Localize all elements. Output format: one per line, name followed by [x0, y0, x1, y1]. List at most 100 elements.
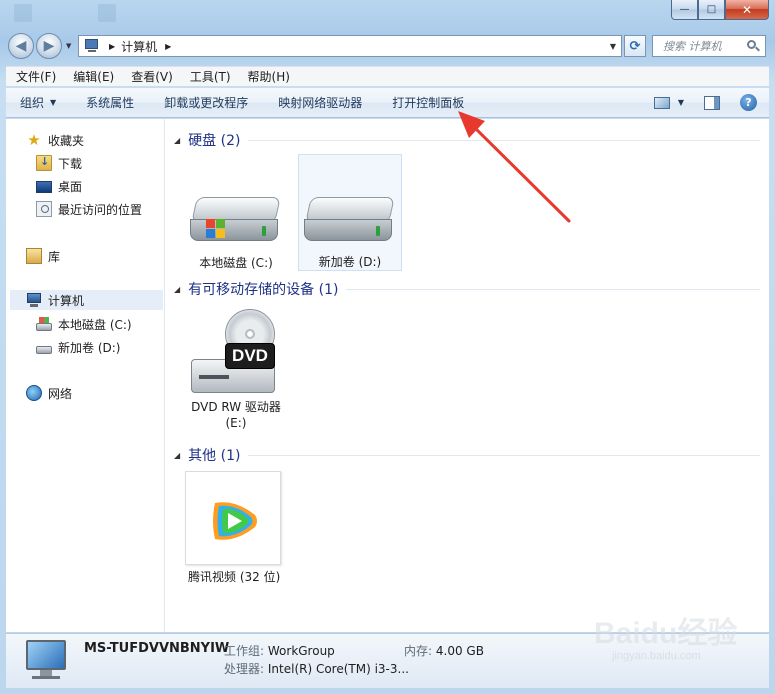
breadcrumb-separator[interactable]: ▶ — [165, 42, 171, 51]
chevron-down-icon: ▼ — [50, 98, 57, 107]
drive-icon — [36, 346, 52, 354]
system-properties-button[interactable]: 系统属性 — [86, 94, 134, 111]
sidebar-item-desktop[interactable]: 桌面 — [36, 176, 82, 196]
help-icon[interactable]: ? — [740, 94, 757, 111]
local-disk-icon — [36, 317, 52, 331]
sidebar-item-computer[interactable]: 计算机 — [10, 290, 163, 310]
group-divider — [248, 139, 760, 141]
command-bar: 组织 ▼ 系统属性 卸载或更改程序 映射网络驱动器 打开控制面板 ▼ ? — [6, 88, 769, 118]
sidebar-item-network[interactable]: 网络 — [26, 383, 72, 403]
memory-value: 4.00 GB — [435, 644, 484, 658]
sidebar-item-label: 下载 — [58, 156, 83, 171]
sidebar-item-drive-c[interactable]: 本地磁盘 (C:) — [36, 314, 132, 334]
menu-tools[interactable]: 工具(T) — [190, 68, 231, 85]
windows-logo-icon — [206, 219, 226, 239]
address-dropdown-button[interactable]: ▼ — [605, 36, 621, 56]
group-title: 硬盘 (2) — [188, 133, 241, 149]
drive-tile-d[interactable]: 新加卷 (D:) — [298, 154, 402, 271]
dvd-drive-tile[interactable]: DVD DVD RW 驱动器 (E:) — [184, 307, 288, 435]
sidebar-item-label: 网络 — [48, 386, 73, 401]
group-header-other[interactable]: ◢ 其他 (1) — [174, 445, 760, 465]
organize-label: 组织 — [20, 96, 45, 110]
sidebar-item-downloads[interactable]: 下载 — [36, 153, 82, 173]
caption-buttons: — □ ✕ — [671, 0, 769, 20]
computer-name: MS-TUFDVVNBNYIW — [84, 641, 230, 656]
menu-help[interactable]: 帮助(H) — [248, 68, 290, 85]
group-header-hard-disks[interactable]: ◢ 硬盘 (2) — [174, 130, 760, 150]
search-icon[interactable] — [747, 40, 760, 52]
sidebar-item-label: 最近访问的位置 — [58, 202, 143, 217]
command-bar-right-tools: ▼ ? — [653, 94, 757, 111]
memory-label: 内存: — [404, 644, 433, 658]
change-view-icon[interactable] — [653, 96, 670, 109]
group-header-removable-storage[interactable]: ◢ 有可移动存储的设备 (1) — [174, 279, 760, 299]
dvd-drive-icon: DVD — [191, 309, 281, 399]
group-divider — [346, 288, 760, 290]
content-area: ★ 收藏夹 下载 桌面 最近访问的位置 库 计算机 本地磁盘 (C:) — [6, 119, 769, 632]
item-label: 腾讯视频 (32 位) — [188, 570, 281, 584]
organize-button[interactable]: 组织 ▼ — [20, 94, 56, 111]
search-input[interactable]: 搜索 计算机 — [663, 38, 747, 54]
group-divider — [248, 454, 760, 456]
address-bar[interactable]: ▶ 计算机 ▶ ▼ — [78, 35, 622, 57]
baidu-watermark: Baidu经验 jingyan.baidu.com — [594, 608, 764, 668]
maximize-button[interactable]: □ — [698, 0, 725, 20]
dvd-badge: DVD — [225, 343, 275, 369]
group-title: 有可移动存储的设备 (1) — [188, 282, 339, 298]
recent-pages-dropdown[interactable]: ▼ — [66, 42, 71, 50]
refresh-button[interactable]: ⟳ — [624, 35, 646, 57]
sidebar-item-favorites[interactable]: ★ 收藏夹 — [26, 130, 84, 150]
sidebar-item-drive-d[interactable]: 新加卷 (D:) — [36, 337, 120, 357]
navigation-buttons: ◀ ▶ ▼ — [8, 33, 72, 59]
sidebar-item-libraries[interactable]: 库 — [26, 246, 60, 266]
libraries-icon — [26, 248, 42, 264]
item-label: DVD RW 驱动器 — [191, 400, 281, 414]
recent-places-icon — [36, 201, 52, 217]
sidebar-item-label: 本地磁盘 (C:) — [58, 317, 132, 332]
collapse-triangle-icon[interactable]: ◢ — [174, 451, 180, 460]
search-box[interactable]: 搜索 计算机 — [652, 35, 766, 57]
close-button[interactable]: ✕ — [725, 0, 769, 20]
minimize-button[interactable]: — — [671, 0, 698, 20]
drive-tile-c[interactable]: 本地磁盘 (C:) — [184, 155, 288, 271]
tencent-video-icon — [213, 502, 257, 540]
menu-view[interactable]: 查看(V) — [131, 68, 173, 85]
breadcrumb-separator[interactable]: ▶ — [109, 42, 115, 51]
title-bar-background-icons — [14, 0, 134, 24]
computer-icon — [26, 640, 72, 682]
sidebar-item-label: 桌面 — [58, 179, 83, 194]
memory-info: 内存: 4.00 GB — [404, 642, 484, 659]
view-options-dropdown[interactable]: ▼ — [678, 98, 684, 107]
downloads-folder-icon — [36, 155, 52, 171]
back-button[interactable]: ◀ — [8, 33, 34, 59]
network-icon — [26, 385, 42, 401]
open-control-panel-button[interactable]: 打开控制面板 — [392, 94, 464, 111]
menu-file[interactable]: 文件(F) — [16, 68, 56, 85]
collapse-triangle-icon[interactable]: ◢ — [174, 285, 180, 294]
workgroup-info: 工作组: WorkGroup — [224, 642, 335, 659]
item-label: 新加卷 (D:) — [318, 255, 382, 269]
processor-value: Intel(R) Core(TM) i3-3... — [267, 662, 409, 676]
preview-pane-icon[interactable] — [704, 95, 720, 110]
computer-icon — [26, 292, 42, 308]
sidebar-item-recent-places[interactable]: 最近访问的位置 — [36, 199, 142, 219]
uninstall-program-button[interactable]: 卸载或更改程序 — [164, 94, 248, 111]
menu-edit[interactable]: 编辑(E) — [73, 68, 114, 85]
local-disk-icon — [190, 197, 282, 247]
sidebar-item-label: 新加卷 (D:) — [58, 340, 121, 355]
file-list: ◢ 硬盘 (2) 本地磁盘 (C:) 新加卷 (D:) ◢ 有可移动存储的设备 … — [166, 119, 769, 632]
watermark-url: jingyan.baidu.com — [612, 650, 701, 662]
collapse-triangle-icon[interactable]: ◢ — [174, 136, 180, 145]
workgroup-value: WorkGroup — [267, 644, 335, 658]
navigation-pane: ★ 收藏夹 下载 桌面 最近访问的位置 库 计算机 本地磁盘 (C:) — [6, 119, 165, 632]
sidebar-item-label: 库 — [48, 249, 61, 264]
map-network-drive-button[interactable]: 映射网络驱动器 — [278, 94, 362, 111]
forward-button[interactable]: ▶ — [36, 33, 62, 59]
desktop-icon — [36, 181, 52, 193]
star-icon: ★ — [27, 131, 41, 149]
processor-label: 处理器: — [224, 662, 265, 676]
drive-icon — [304, 197, 396, 246]
breadcrumb-computer[interactable]: 计算机 — [121, 38, 157, 55]
sidebar-item-label: 计算机 — [48, 293, 85, 308]
tencent-video-tile[interactable] — [185, 471, 281, 565]
